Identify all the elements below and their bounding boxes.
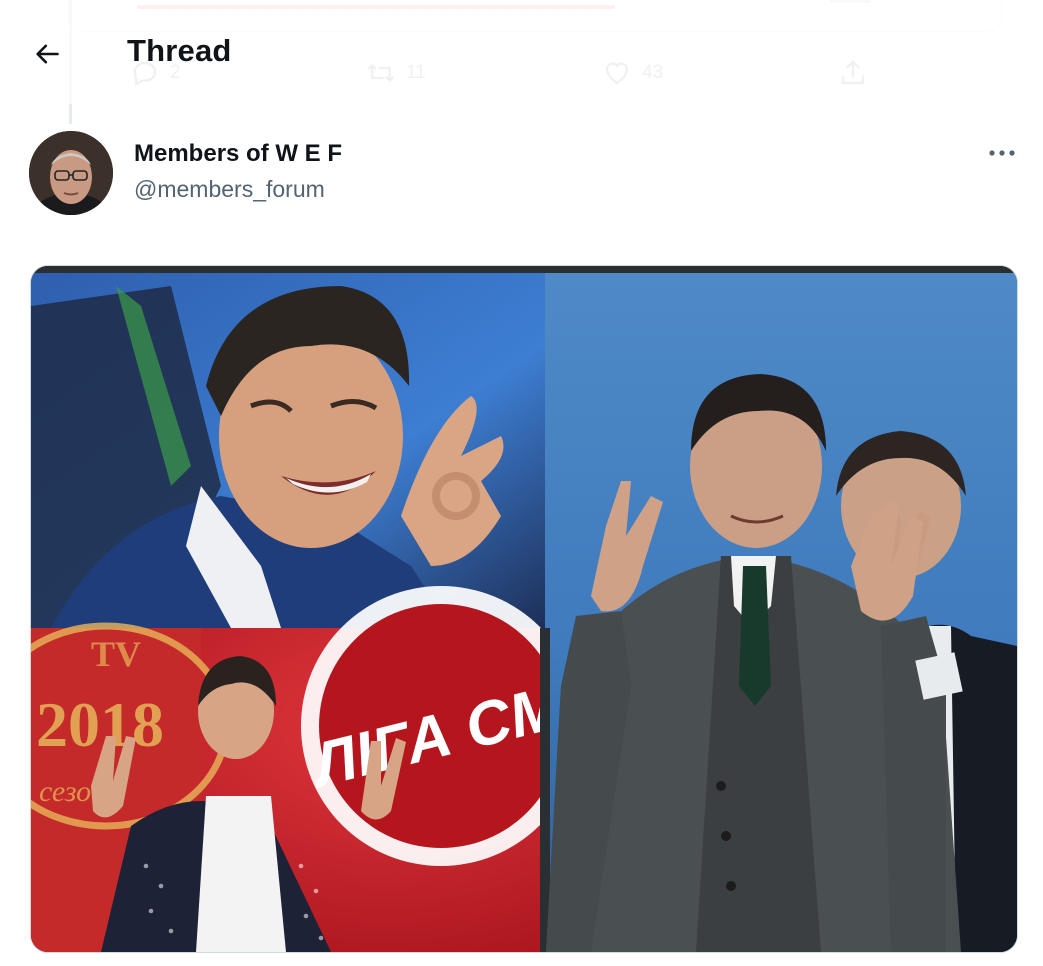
collage-badge-text: TV	[91, 634, 141, 674]
avatar-portrait	[29, 131, 113, 215]
author-name[interactable]: Members of W E F	[134, 140, 342, 168]
collage-year-text: 2018	[36, 689, 164, 760]
more-options-button[interactable]	[982, 139, 1022, 167]
media-collage-image: 2018 TV сезон ЛІГА СМІХУ	[31, 266, 1017, 952]
collage-panel-top-left	[31, 273, 545, 628]
avatar[interactable]	[29, 131, 113, 215]
page-title: Thread	[127, 33, 232, 68]
author-handle[interactable]: @members_forum	[134, 176, 325, 203]
ellipsis-icon	[989, 150, 1015, 156]
tweet-media[interactable]: 2018 TV сезон ЛІГА СМІХУ	[30, 265, 1018, 953]
back-button[interactable]	[26, 33, 68, 75]
collage-panel-right	[540, 273, 1017, 952]
arrow-left-icon	[36, 44, 59, 64]
thread-page: 2 11 43 Thread	[0, 0, 1043, 966]
thread-header: Thread	[0, 0, 1043, 104]
